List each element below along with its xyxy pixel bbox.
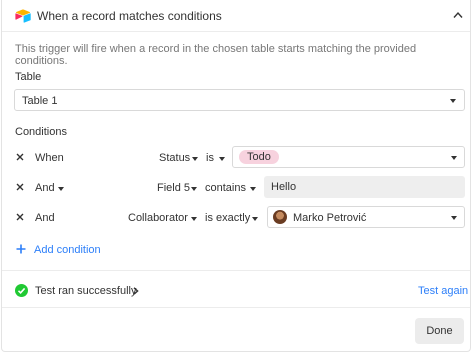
- airtable-logo-icon: [15, 9, 31, 23]
- condition-field-select[interactable]: Field 5: [157, 182, 190, 194]
- trigger-header[interactable]: When a record matches conditions: [2, 0, 470, 32]
- chevron-right-icon: [133, 287, 139, 295]
- condition-value-text: Hello: [271, 181, 297, 193]
- trigger-panel: When a record matches conditions This tr…: [1, 0, 471, 352]
- caret-down-icon: [451, 216, 457, 220]
- collaborator-name: Marko Petrović: [293, 212, 367, 224]
- caret-down-icon: [450, 99, 456, 103]
- caret-down-icon[interactable]: [252, 217, 258, 221]
- table-select[interactable]: Table 1: [14, 89, 465, 111]
- caret-down-icon[interactable]: [58, 187, 64, 191]
- condition-conjunction-select[interactable]: And: [35, 182, 55, 194]
- caret-down-icon[interactable]: [250, 187, 256, 191]
- condition-conjunction: And: [35, 212, 55, 224]
- trigger-title: When a record matches conditions: [37, 9, 222, 23]
- table-label: Table: [15, 71, 42, 83]
- done-button[interactable]: Done: [415, 318, 464, 344]
- check-circle-icon: [15, 284, 28, 297]
- condition-operator-select[interactable]: is: [206, 152, 214, 164]
- test-again-link[interactable]: Test again: [418, 285, 468, 297]
- divider: [2, 307, 470, 308]
- avatar: [273, 210, 287, 224]
- plus-icon: [16, 244, 26, 254]
- condition-field-select[interactable]: Status: [159, 152, 190, 164]
- condition-value-input[interactable]: Hello: [264, 176, 465, 198]
- condition-operator-select[interactable]: is exactly: [205, 212, 250, 224]
- condition-value-select[interactable]: Marko Petrović: [267, 206, 465, 228]
- status-pill: Todo: [239, 150, 279, 164]
- chevron-up-icon[interactable]: [453, 11, 463, 19]
- condition-conjunction: When: [35, 152, 64, 164]
- test-status-text: Test ran successfully: [35, 285, 137, 297]
- table-select-value: Table 1: [22, 95, 58, 107]
- condition-field-select[interactable]: Collaborator: [128, 212, 188, 224]
- caret-down-icon[interactable]: [191, 217, 197, 221]
- close-icon[interactable]: [16, 183, 24, 191]
- close-icon[interactable]: [16, 213, 24, 221]
- condition-operator-select[interactable]: contains: [205, 182, 246, 194]
- caret-down-icon[interactable]: [191, 187, 197, 191]
- add-condition-label: Add condition: [34, 244, 101, 256]
- close-icon[interactable]: [16, 153, 24, 161]
- caret-down-icon: [451, 156, 457, 160]
- caret-down-icon[interactable]: [192, 157, 198, 161]
- condition-value-select[interactable]: Todo: [232, 146, 465, 168]
- caret-down-icon[interactable]: [219, 157, 225, 161]
- conditions-label: Conditions: [15, 126, 67, 138]
- trigger-description: This trigger will fire when a record in …: [15, 43, 417, 67]
- divider: [2, 270, 470, 271]
